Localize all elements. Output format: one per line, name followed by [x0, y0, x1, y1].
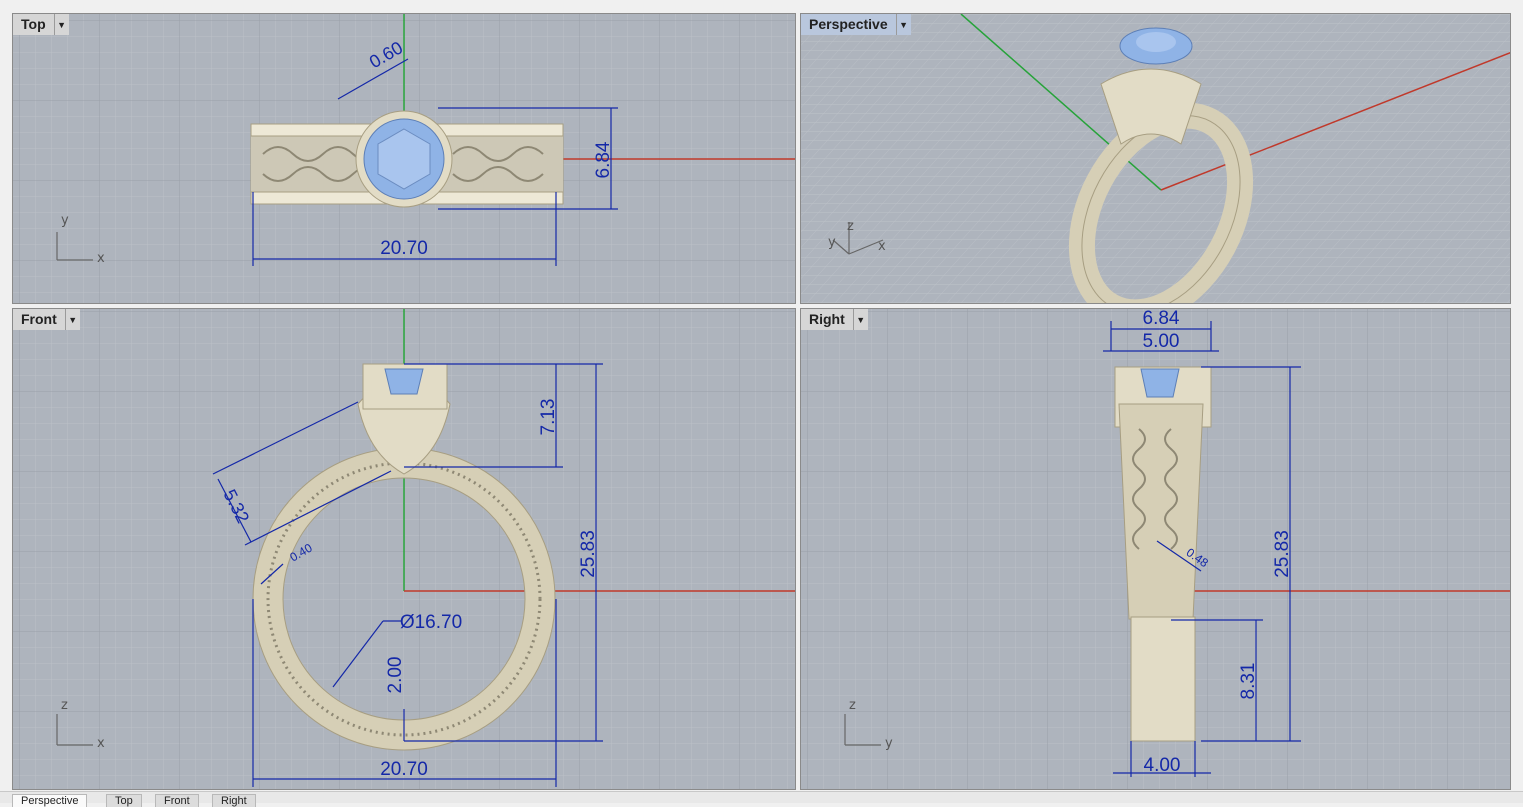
axis-label-vertical: z — [849, 698, 856, 713]
dim-head: 7.13 — [538, 399, 559, 436]
viewport-title-front[interactable]: Front ▼ — [13, 309, 80, 330]
dim-width: 20.70 — [380, 238, 428, 259]
viewport-top[interactable]: 20.70 6.84 0.60 y x Top ▼ — [12, 13, 796, 304]
viewport-name[interactable]: Perspective — [801, 14, 897, 35]
dim-width: 20.70 — [380, 759, 428, 780]
gemstone-top — [355, 110, 453, 208]
dim-total-height: 25.83 — [1272, 530, 1293, 578]
axis-label-z: z — [847, 219, 854, 234]
viewport-front[interactable]: 20.70 7.13 25.83 5.32 0.40 Ø16.70 2.00 z… — [12, 308, 796, 790]
dim-top-inner: 5.00 — [1143, 331, 1180, 352]
axis-label-horizontal: x — [97, 736, 105, 751]
top-viewport-canvas: 20.70 6.84 0.60 y x — [13, 14, 795, 303]
viewport-name[interactable]: Front — [13, 309, 66, 330]
axis-label-vertical: z — [61, 698, 68, 713]
axis-label-vertical: y — [61, 213, 69, 228]
front-viewport-canvas: 20.70 7.13 25.83 5.32 0.40 Ø16.70 2.00 z… — [13, 309, 795, 789]
dim-lower: 8.31 — [1238, 663, 1259, 700]
dim-bottom: 4.00 — [1144, 755, 1181, 776]
dim-total-height: 25.83 — [578, 530, 599, 578]
viewport-tab-bar: Perspective Top Front Right — [0, 791, 1523, 807]
dim-inner-diameter: Ø16.70 — [400, 612, 462, 633]
axis-label-horizontal: x — [97, 251, 105, 266]
dim-top-outer: 6.84 — [1143, 309, 1180, 329]
chevron-down-icon[interactable]: ▼ — [853, 309, 868, 330]
perspective-viewport-canvas: y z x — [801, 14, 1510, 303]
tab-top[interactable]: Top — [106, 794, 142, 807]
right-viewport-canvas: 6.84 5.00 25.83 8.31 0.48 4.00 z y — [801, 309, 1510, 789]
chevron-down-icon[interactable]: ▼ — [54, 14, 69, 35]
tab-front[interactable]: Front — [155, 794, 199, 807]
viewport-title-perspective[interactable]: Perspective ▼ — [801, 14, 911, 35]
tab-perspective[interactable]: Perspective — [12, 794, 88, 807]
viewport-perspective[interactable]: y z x Perspective ▼ — [800, 13, 1511, 304]
viewport-name[interactable]: Top — [13, 14, 55, 35]
viewport-title-top[interactable]: Top ▼ — [13, 14, 69, 35]
axis-label-y: y — [828, 235, 836, 250]
chevron-down-icon[interactable]: ▼ — [896, 14, 911, 35]
tab-right[interactable]: Right — [212, 794, 256, 807]
viewport-name[interactable]: Right — [801, 309, 854, 330]
axis-label-x: x — [878, 239, 886, 254]
dim-height: 6.84 — [593, 141, 614, 178]
dim-shank: 2.00 — [385, 657, 406, 694]
viewport-right[interactable]: 6.84 5.00 25.83 8.31 0.48 4.00 z y Right… — [800, 308, 1511, 790]
axis-label-horizontal: y — [885, 736, 893, 751]
viewport-title-right[interactable]: Right ▼ — [801, 309, 868, 330]
chevron-down-icon[interactable]: ▼ — [65, 309, 80, 330]
